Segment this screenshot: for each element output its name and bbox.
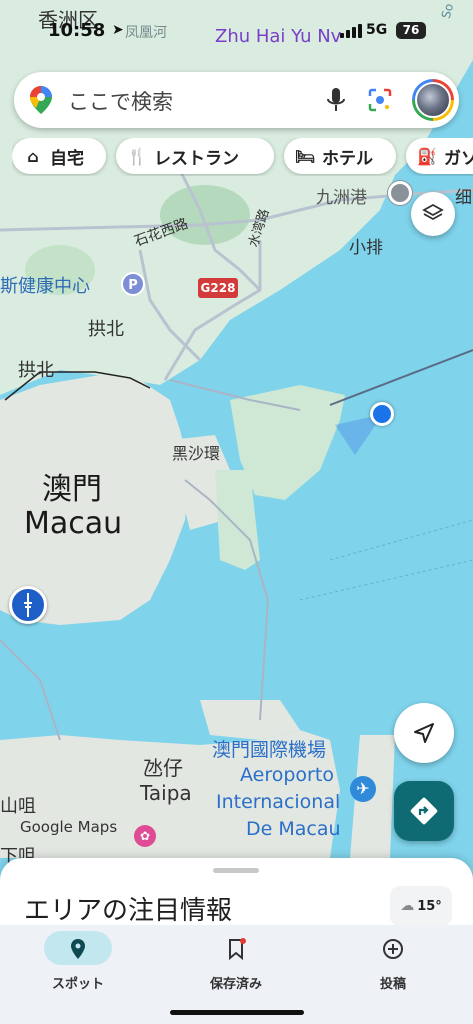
map-label-partial-right: 细 bbox=[455, 188, 472, 208]
signal-icon bbox=[340, 24, 362, 38]
map-label-macau-cn: 澳門 bbox=[42, 472, 102, 507]
bookmark-icon bbox=[229, 938, 246, 961]
chip-hotel[interactable]: 🛏 ホテル bbox=[284, 138, 396, 174]
microphone-icon[interactable] bbox=[326, 87, 346, 113]
sheet-drag-handle[interactable] bbox=[213, 868, 259, 873]
airplane-icon[interactable]: ✈ bbox=[350, 776, 376, 802]
google-maps-watermark: Google Maps bbox=[20, 818, 118, 836]
map-label-jiuzhou-port[interactable]: 九洲港 bbox=[316, 183, 367, 208]
macau-tower-icon[interactable] bbox=[9, 586, 47, 624]
sheet-title: エリアの注目情報 bbox=[24, 896, 233, 926]
map-label-shanju: 山咀 bbox=[0, 796, 36, 817]
ferry-terminal-icon[interactable] bbox=[388, 181, 412, 205]
nav-label: 保存済み bbox=[209, 977, 262, 992]
map-label-taipa-en: Taipa bbox=[140, 781, 192, 805]
layers-icon bbox=[422, 203, 444, 221]
map-label-macau-en: Macau bbox=[24, 506, 123, 541]
map-label-airport-pt-3[interactable]: De Macau bbox=[246, 818, 341, 840]
chip-label: ホテル bbox=[322, 148, 373, 169]
chip-label: 自宅 bbox=[50, 148, 84, 169]
search-bar[interactable]: ここで検索 bbox=[14, 72, 459, 128]
hotel-icon: 🛏 bbox=[294, 146, 316, 166]
home-indicator[interactable] bbox=[170, 1010, 304, 1015]
chip-gas-station[interactable]: ⛽ ガソ bbox=[406, 138, 473, 174]
navigation-arrow-icon bbox=[414, 723, 434, 743]
chip-label: ガソ bbox=[444, 148, 473, 169]
google-lens-icon[interactable] bbox=[367, 87, 393, 113]
map-label-airport-cn[interactable]: 澳門國際機場 bbox=[212, 735, 326, 762]
gas-station-icon: ⛽ bbox=[417, 146, 437, 166]
cloud-icon: ☁ bbox=[400, 898, 415, 914]
my-location-button[interactable] bbox=[394, 703, 454, 763]
map-label-xiaopai: 小排 bbox=[349, 238, 383, 258]
status-bar: 10:58 ➤ 5G 76 bbox=[0, 0, 473, 48]
nav-explore[interactable]: スポット bbox=[3, 929, 153, 999]
map-label-gongbei-1: 拱北 bbox=[88, 319, 124, 340]
parking-icon[interactable]: P bbox=[121, 272, 145, 296]
search-input[interactable]: ここで検索 bbox=[68, 86, 173, 116]
battery-indicator: 76 bbox=[396, 22, 426, 39]
map-label-health-center[interactable]: 斯健康中心 bbox=[0, 272, 90, 298]
map-label-airport-pt-2[interactable]: Internacional bbox=[216, 791, 340, 813]
account-avatar[interactable] bbox=[412, 79, 454, 121]
map-label-gongbei-2: 拱北 bbox=[18, 360, 54, 381]
add-circle-icon bbox=[383, 939, 403, 959]
current-location-dot bbox=[370, 402, 394, 426]
home-icon: ⌂ bbox=[27, 146, 39, 166]
map-label-airport-pt-1[interactable]: Aeroporto bbox=[240, 764, 334, 786]
location-arrow-icon: ➤ bbox=[112, 22, 124, 38]
chip-restaurant[interactable]: 🍴 レストラン bbox=[116, 138, 274, 174]
layers-button[interactable] bbox=[411, 192, 455, 236]
restaurant-icon: 🍴 bbox=[127, 146, 147, 166]
nav-label: スポット bbox=[51, 977, 104, 992]
nav-saved[interactable]: 保存済み bbox=[161, 929, 311, 999]
directions-icon bbox=[410, 797, 438, 825]
nav-label: 投稿 bbox=[379, 977, 406, 992]
map-label-heisha-huan: 黑沙環 bbox=[172, 444, 221, 463]
chip-label: レストラン bbox=[154, 148, 239, 169]
google-maps-pin-icon bbox=[30, 86, 52, 114]
directions-button[interactable] bbox=[394, 781, 454, 841]
nav-contribute[interactable]: 投稿 bbox=[318, 929, 468, 999]
map-label-taipa-cn: 氹仔 bbox=[143, 756, 183, 780]
pin-icon bbox=[71, 939, 85, 959]
road-shield-g228: G228 bbox=[198, 278, 238, 298]
network-type: 5G bbox=[366, 22, 388, 38]
weather-badge[interactable]: ☁ 15° bbox=[390, 886, 452, 926]
temperature: 15° bbox=[417, 898, 442, 914]
chip-home[interactable]: ⌂ 自宅 bbox=[12, 138, 106, 174]
category-chips: ⌂ 自宅 🍴 レストラン 🛏 ホテル ⛽ ガソ bbox=[12, 138, 473, 176]
attraction-icon[interactable]: ✿ bbox=[134, 825, 156, 847]
status-time: 10:58 bbox=[48, 20, 106, 41]
